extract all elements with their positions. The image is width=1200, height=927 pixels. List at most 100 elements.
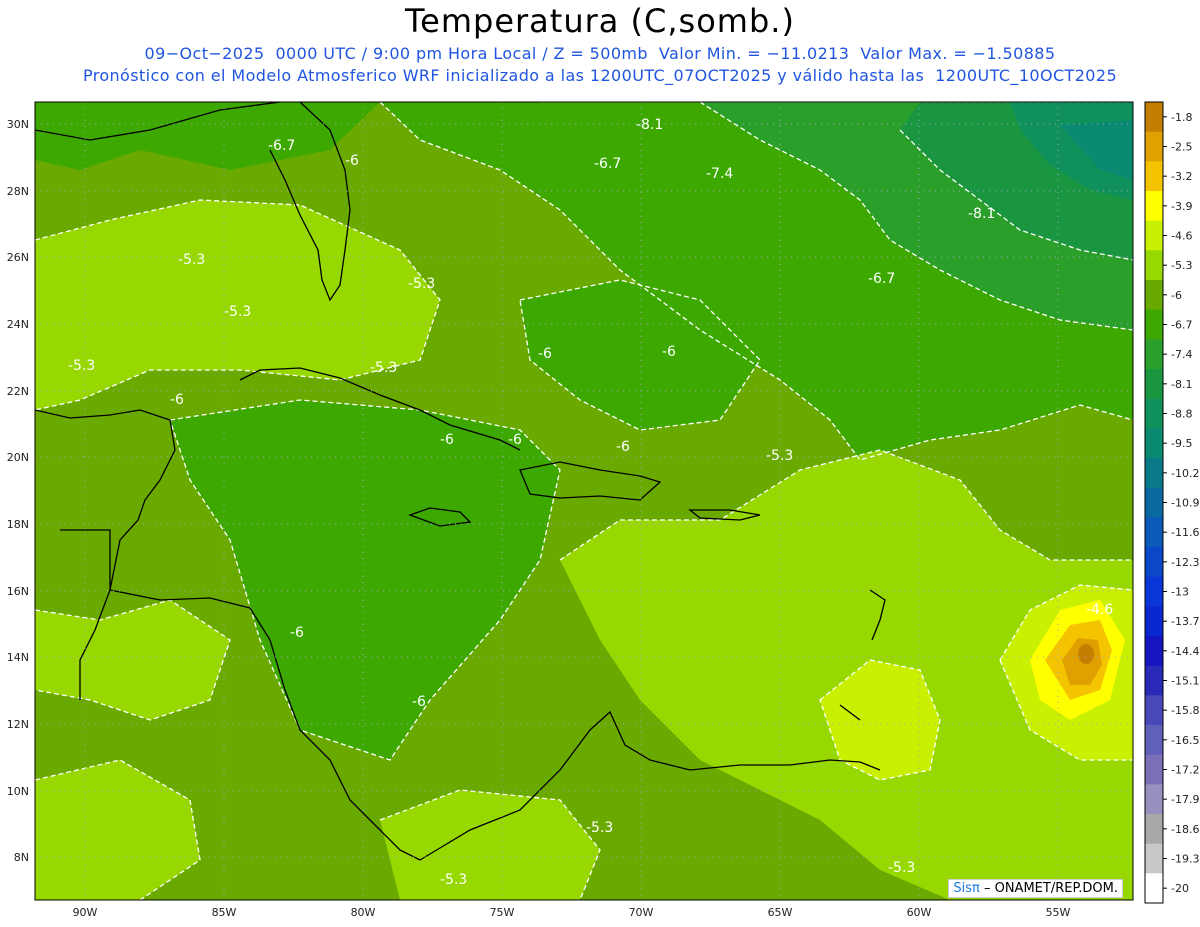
colorbar-swatch [1145,576,1163,607]
colorbar-swatch [1145,547,1163,578]
colorbar-swatch [1145,280,1163,311]
contour-label: -5.3 [586,820,613,836]
colorbar-label: -15.8 [1171,704,1199,717]
colorbar-label: -8.8 [1171,408,1192,421]
colorbar-swatch [1145,220,1163,251]
colorbar-label: -15.1 [1171,675,1199,688]
attribution-text: – ONAMET/REP.DOM. [983,881,1118,896]
colorbar-label: -13.7 [1171,615,1199,628]
lon-tick-label: 90W [73,906,98,919]
attribution-badge: Sisπ – ONAMET/REP.DOM. [948,879,1123,898]
colorbar-label: -1.8 [1171,111,1192,124]
colorbar-swatch [1145,161,1163,192]
lat-tick-label: 14N [7,651,29,664]
lon-tick-label: 55W [1046,906,1071,919]
colorbar-label: -6.7 [1171,319,1192,332]
colorbar-label: -17.2 [1171,764,1199,777]
colorbar-label: -3.9 [1171,200,1192,213]
contour-label: -6 [345,153,359,169]
contour-label: -6 [290,625,304,641]
colorbar-swatch [1145,191,1163,222]
colorbar-swatch [1145,250,1163,281]
lon-tick-label: 65W [768,906,793,919]
colorbar-label: -17.9 [1171,793,1199,806]
lon-tick-label: 80W [351,906,376,919]
colorbar-label: -11.6 [1171,526,1199,539]
contour-label: -6.7 [268,138,295,154]
latitude-axis: 30N 28N 26N 24N 22N 20N 18N 16N 14N 12N … [7,118,29,864]
contour-label: -6.7 [594,156,621,172]
contour-label: -6 [170,392,184,408]
contour-label: -6 [440,432,454,448]
contour-label: -7.4 [706,166,733,182]
lat-tick-label: 24N [7,318,29,331]
colorbar-label: -9.5 [1171,437,1192,450]
colorbar-swatch [1145,784,1163,815]
colorbar-label: -4.6 [1171,230,1192,243]
colorbar-label: -12.3 [1171,556,1199,569]
lon-tick-label: 60W [907,906,932,919]
colorbar-swatch [1145,102,1163,133]
colorbar-label: -14.4 [1171,645,1199,658]
lat-tick-label: 26N [7,251,29,264]
lat-tick-label: 16N [7,585,29,598]
colorbar-label: -13 [1171,586,1189,599]
colorbar-swatch [1145,428,1163,459]
colorbar-swatch [1145,665,1163,696]
colorbar-label: -2.5 [1171,141,1192,154]
colorbar-label: -10.9 [1171,497,1199,510]
colorbar-label: -10.2 [1171,467,1199,480]
colorbar-label: -3.2 [1171,170,1192,183]
sispi-logo-text: Sisπ [953,881,980,896]
contour-label: -6.7 [868,271,895,287]
contour-label: -5.3 [888,860,915,876]
contour-label: -8.1 [968,206,995,222]
colorbar-label: -8.1 [1171,378,1192,391]
colorbar-swatch [1145,636,1163,667]
lon-tick-label: 85W [212,906,237,919]
longitude-axis: 90W 85W 80W 75W 70W 65W 60W 55W [73,906,1071,919]
lon-tick-label: 70W [629,906,654,919]
colorbar-swatch [1145,131,1163,162]
contour-label: -4.6 [1086,602,1113,618]
colorbar-label: -6 [1171,289,1182,302]
colorbar-swatch [1145,695,1163,726]
contour-label: -5.3 [178,252,205,268]
colorbar-swatch [1145,814,1163,845]
contour-label: -5.3 [224,304,251,320]
colorbar-swatch [1145,487,1163,518]
colorbar-swatch [1145,843,1163,874]
contour-label: -5.3 [370,360,397,376]
colorbar-label: -5.3 [1171,259,1192,272]
colorbar-label: -18.6 [1171,823,1199,836]
colorbar: -1.8 -2.5 -3.2 -3.9 -4.6 -5.3 -6 -6.7 -7.4 -8.1 -8… [1144,101,1199,904]
contour-label: -6 [616,439,630,455]
contour-label: -6 [662,344,676,360]
colorbar-swatch [1145,339,1163,370]
lat-tick-label: 10N [7,785,29,798]
colorbar-label: -19.3 [1171,853,1199,866]
lat-tick-label: 18N [7,518,29,531]
lon-tick-label: 75W [490,906,515,919]
contour-label: -5.3 [766,448,793,464]
lat-tick-label: 22N [7,385,29,398]
colorbar-swatch [1145,873,1163,904]
colorbar-label: -16.5 [1171,734,1199,747]
colorbar-swatch [1145,517,1163,548]
map-figure: -6.7 -6 -8.1 -6.7 -7.4 -8.1 -5.3 -5.3 -5… [7,101,1199,919]
colorbar-swatch [1145,309,1163,340]
lat-tick-label: 8N [14,851,29,864]
contour-label: -6 [538,346,552,362]
lat-tick-label: 12N [7,718,29,731]
colorbar-swatch [1145,458,1163,489]
lat-tick-label: 30N [7,118,29,131]
lat-tick-label: 28N [7,185,29,198]
colorbar-label: -20 [1171,882,1189,895]
colorbar-swatch [1145,725,1163,756]
contour-label: -5.3 [68,358,95,374]
lat-tick-label: 20N [7,451,29,464]
colorbar-swatch [1145,398,1163,429]
contour-label: -6 [412,694,426,710]
colorbar-swatch [1145,606,1163,637]
colorbar-swatch [1145,754,1163,785]
